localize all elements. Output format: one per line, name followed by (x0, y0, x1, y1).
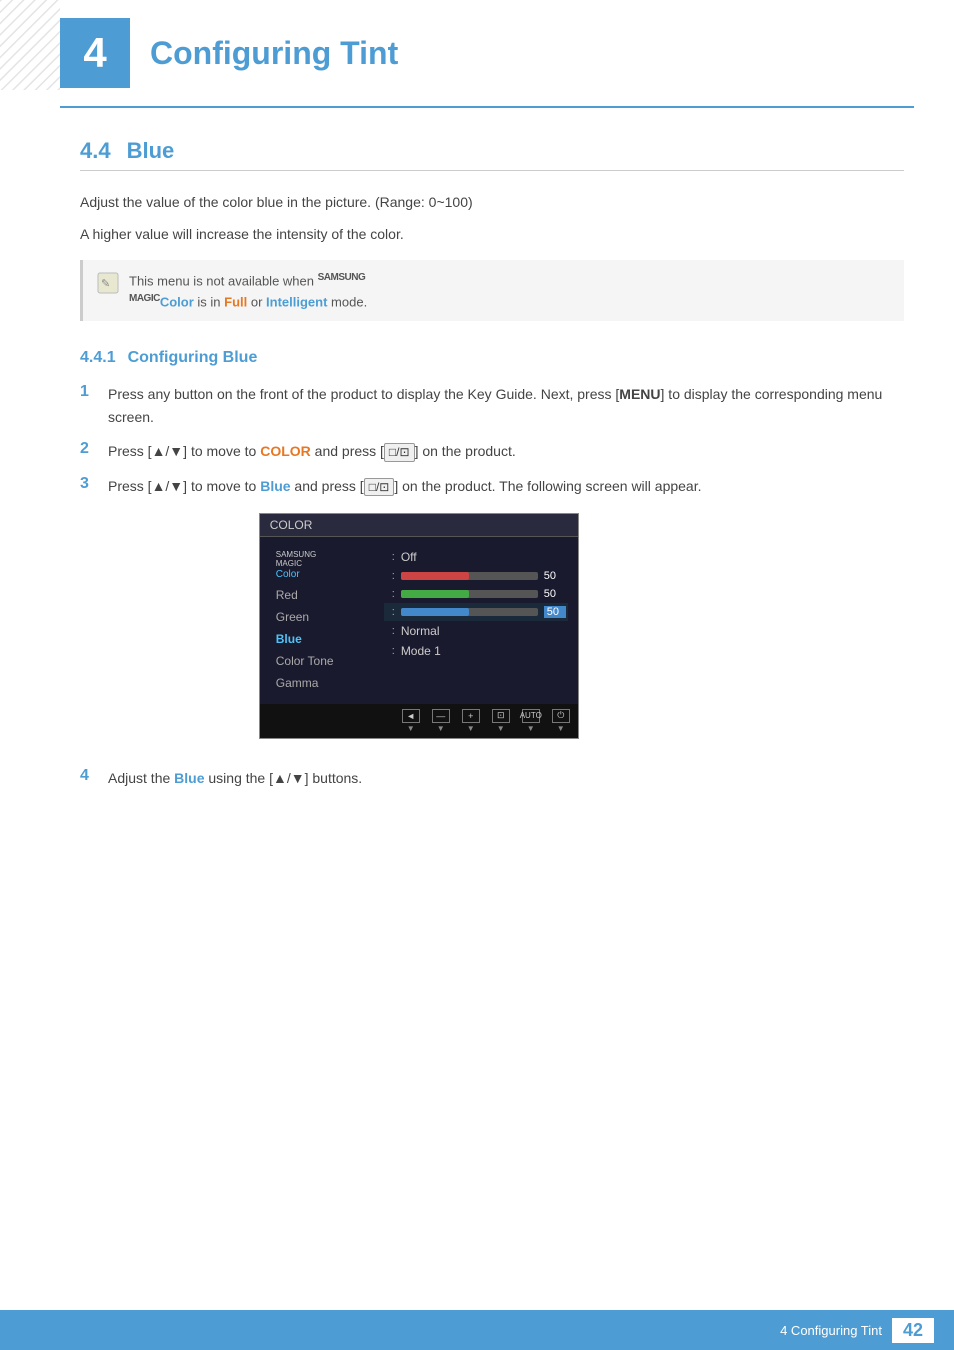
section-heading: 4.4 Blue (80, 138, 904, 171)
bar-value-blue: 50 (544, 606, 566, 618)
note-text: This menu is not available when SAMSUNGM… (129, 270, 367, 312)
enter-icon: ⊡ (492, 709, 510, 723)
section-title: Blue (127, 138, 175, 164)
toolbar-btn-enter: ⊡ ▼ (492, 709, 510, 733)
monitor-screenshot: COLOR SAMSUNG MAGIC Color Red Green (136, 513, 702, 739)
body-paragraph-1: Adjust the value of the color blue in th… (80, 191, 904, 213)
back-icon: ◄ (402, 709, 420, 723)
svg-text:✎: ✎ (101, 278, 110, 290)
corner-decoration (0, 0, 60, 90)
menu-left: SAMSUNG MAGIC Color Red Green Blue Color… (270, 547, 380, 694)
bar-value-red: 50 (544, 570, 566, 582)
menu-row-green: : 50 (384, 585, 568, 603)
toolbar-btn-back: ◄ ▼ (402, 709, 420, 733)
intelligent-mode-label: Intelligent (266, 294, 327, 309)
note-end: mode. (327, 294, 367, 309)
menu-row-blue: : 50 (384, 603, 568, 621)
note-icon: ✎ (97, 272, 119, 297)
monitor-box: COLOR SAMSUNG MAGIC Color Red Green (259, 513, 579, 739)
menu-row-gamma: : Mode 1 (384, 641, 568, 661)
chapter-number: 4 (60, 18, 130, 88)
step-4: 4 Adjust the Blue using the [▲/▼] button… (80, 767, 904, 789)
subsection-number: 4.4.1 (80, 349, 116, 367)
monitor-title: COLOR (270, 518, 313, 532)
bar-container-blue: 50 (401, 606, 566, 618)
full-mode-label: Full (224, 294, 247, 309)
bar-bg-green (401, 590, 538, 598)
note-box: ✎ This menu is not available when SAMSUN… (80, 260, 904, 322)
menu-item-green: Green (270, 606, 380, 628)
note-prefix: This menu is not available when (129, 273, 318, 288)
menu-row-red: : 50 (384, 567, 568, 585)
main-content: 4.4 Blue Adjust the value of the color b… (80, 108, 904, 789)
auto-icon: AUTO (522, 709, 540, 723)
step-text-2: Press [▲/▼] to move to COLOR and press [… (108, 440, 516, 462)
bar-value-green: 50 (544, 588, 566, 600)
menu-row-color-tone: : Normal (384, 621, 568, 641)
monitor-content: SAMSUNG MAGIC Color Red Green Blue Color… (260, 537, 578, 704)
page-footer: 4 Configuring Tint 42 (0, 1310, 954, 1350)
monitor-toolbar: ◄ ▼ — ▼ + ▼ ⊡ (260, 704, 578, 738)
minus-icon: — (432, 709, 450, 723)
chapter-header: 4 Configuring Tint (60, 0, 914, 108)
bar-bg-red (401, 572, 538, 580)
step-number-3: 3 (80, 475, 108, 493)
step-text-3: Press [▲/▼] to move to Blue and press [□… (108, 478, 702, 494)
footer-text: 4 Configuring Tint (780, 1323, 882, 1338)
bar-container-red: 50 (401, 570, 566, 582)
power-icon: ⏻ (552, 709, 570, 723)
step-number-2: 2 (80, 440, 108, 458)
subsection-heading: 4.4.1 Configuring Blue (80, 349, 904, 367)
menu-item-gamma: Gamma (270, 672, 380, 694)
menu-item-blue: Blue (270, 628, 380, 650)
toolbar-btn-power: ⏻ ▼ (552, 709, 570, 733)
step-3: 3 Press [▲/▼] to move to Blue and press … (80, 475, 904, 755)
page-number: 42 (892, 1318, 934, 1343)
bar-fill-red (401, 572, 469, 580)
step-1: 1 Press any button on the front of the p… (80, 383, 904, 428)
body-paragraph-2: A higher value will increase the intensi… (80, 223, 904, 245)
menu-item-color-tone: Color Tone (270, 650, 380, 672)
note-middle: is in (194, 294, 224, 309)
bar-bg-blue (401, 608, 538, 616)
toolbar-btn-auto: AUTO ▼ (522, 709, 540, 733)
steps-list: 1 Press any button on the front of the p… (80, 383, 904, 789)
bar-fill-green (401, 590, 469, 598)
chapter-title: Configuring Tint (150, 35, 398, 72)
bar-fill-blue (401, 608, 469, 616)
toolbar-btn-minus: — ▼ (432, 709, 450, 733)
step-2: 2 Press [▲/▼] to move to COLOR and press… (80, 440, 904, 462)
menu-item-samsung-magic: SAMSUNG MAGIC Color (270, 547, 380, 584)
menu-value-color-tone: Normal (401, 624, 440, 638)
step-number-1: 1 (80, 383, 108, 401)
magic-color-label: Color (160, 294, 194, 309)
step-text-1: Press any button on the front of the pro… (108, 383, 904, 428)
step-number-4: 4 (80, 767, 108, 785)
subsection-title: Configuring Blue (128, 349, 258, 367)
menu-value-magic: Off (401, 550, 417, 564)
menu-value-gamma: Mode 1 (401, 644, 441, 658)
note-or: or (247, 294, 266, 309)
menu-right: : Off : 5 (380, 547, 568, 694)
bar-container-green: 50 (401, 588, 566, 600)
menu-item-red: Red (270, 584, 380, 606)
monitor-title-bar: COLOR (260, 514, 578, 537)
section-number: 4.4 (80, 138, 111, 164)
plus-icon: + (462, 709, 480, 723)
toolbar-btn-plus: + ▼ (462, 709, 480, 733)
menu-row-magic: : Off (384, 547, 568, 567)
step-text-4: Adjust the Blue using the [▲/▼] buttons. (108, 767, 362, 789)
